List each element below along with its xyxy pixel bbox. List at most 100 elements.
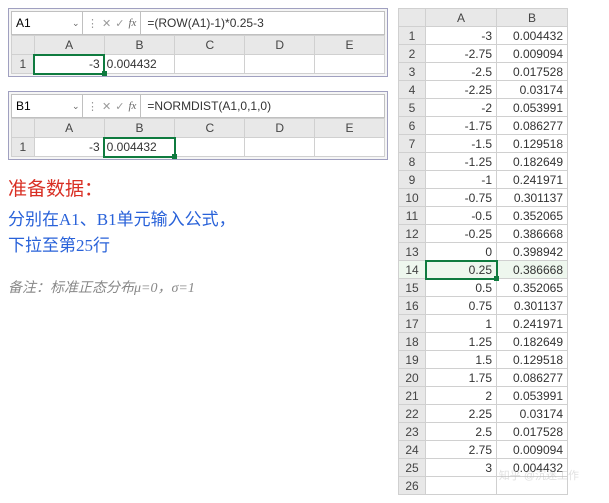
cell[interactable]: 3	[426, 459, 497, 477]
row-header[interactable]: 5	[399, 99, 426, 117]
cell[interactable]: 0.129518	[497, 135, 568, 153]
row-header[interactable]: 22	[399, 405, 426, 423]
cell[interactable]	[245, 138, 315, 157]
col-header-e[interactable]: E	[315, 119, 385, 138]
cell[interactable]: 0.009094	[497, 45, 568, 63]
row-header[interactable]: 1	[12, 138, 35, 157]
cell[interactable]: -2.75	[426, 45, 497, 63]
cell[interactable]: 0.352065	[497, 207, 568, 225]
name-box[interactable]: ⌄	[12, 12, 83, 34]
row-header[interactable]: 19	[399, 351, 426, 369]
table-row[interactable]: 3-2.50.017528	[399, 63, 568, 81]
cell[interactable]: -1.5	[426, 135, 497, 153]
cell[interactable]: 0.129518	[497, 351, 568, 369]
cell[interactable]: 0.03174	[497, 405, 568, 423]
chevron-down-icon[interactable]: ⌄	[68, 101, 84, 112]
cell-b1[interactable]: 0.004432	[104, 55, 175, 74]
row-header[interactable]: 9	[399, 171, 426, 189]
cell[interactable]: 0.004432	[497, 27, 568, 45]
cell[interactable]: -3	[426, 27, 497, 45]
cell[interactable]	[315, 138, 385, 157]
cell[interactable]: -2.25	[426, 81, 497, 99]
cell[interactable]	[175, 138, 245, 157]
cell[interactable]: -1.75	[426, 117, 497, 135]
cell[interactable]: -0.25	[426, 225, 497, 243]
cell[interactable]: 0.301137	[497, 189, 568, 207]
row-header[interactable]: 12	[399, 225, 426, 243]
table-row[interactable]: 6-1.750.086277	[399, 117, 568, 135]
row-header[interactable]: 13	[399, 243, 426, 261]
row-header[interactable]: 23	[399, 423, 426, 441]
name-box-input[interactable]	[12, 16, 68, 30]
cell[interactable]: 0.086277	[497, 369, 568, 387]
cell[interactable]: 0.182649	[497, 333, 568, 351]
table-row[interactable]: 1-30.004432	[399, 27, 568, 45]
table-row[interactable]: 8-1.250.182649	[399, 153, 568, 171]
row-header[interactable]: 26	[399, 477, 426, 495]
mini-grid-a1[interactable]: A B C D E 1 -3 0.004432	[11, 35, 385, 74]
table-row[interactable]: 222.250.03174	[399, 405, 568, 423]
cell[interactable]: 0.352065	[497, 279, 568, 297]
cell-b1[interactable]: 0.004432	[104, 138, 175, 157]
row-header[interactable]: 7	[399, 135, 426, 153]
cell[interactable]: 0	[426, 243, 497, 261]
row-header[interactable]: 1	[12, 55, 35, 74]
cell[interactable]: 2.25	[426, 405, 497, 423]
cell[interactable]: 2.75	[426, 441, 497, 459]
row-header[interactable]: 6	[399, 117, 426, 135]
col-header-c[interactable]: C	[175, 119, 245, 138]
table-row[interactable]: 2-2.750.009094	[399, 45, 568, 63]
cell[interactable]	[315, 55, 385, 74]
cell[interactable]	[175, 55, 245, 74]
cell[interactable]: 0.75	[426, 297, 497, 315]
cell[interactable]	[426, 477, 497, 495]
row-header[interactable]: 4	[399, 81, 426, 99]
cell[interactable]: -2.5	[426, 63, 497, 81]
cell[interactable]: 0.03174	[497, 81, 568, 99]
cell[interactable]: 0.301137	[497, 297, 568, 315]
row-header[interactable]: 1	[399, 27, 426, 45]
row-header[interactable]: 15	[399, 279, 426, 297]
confirm-icon[interactable]: ✓	[115, 17, 124, 30]
row-header[interactable]: 2	[399, 45, 426, 63]
table-row[interactable]: 232.50.017528	[399, 423, 568, 441]
col-header-d[interactable]: D	[245, 119, 315, 138]
cell[interactable]: -0.5	[426, 207, 497, 225]
select-all-corner[interactable]	[12, 36, 35, 55]
cell[interactable]: -1.25	[426, 153, 497, 171]
cancel-icon[interactable]: ✕	[102, 17, 111, 30]
cell[interactable]: 0.017528	[497, 63, 568, 81]
table-row[interactable]: 242.750.009094	[399, 441, 568, 459]
table-row[interactable]: 7-1.50.129518	[399, 135, 568, 153]
name-box-input[interactable]	[12, 99, 68, 113]
cell[interactable]: -0.75	[426, 189, 497, 207]
col-header-b[interactable]: B	[104, 36, 175, 55]
table-row[interactable]: 160.750.301137	[399, 297, 568, 315]
table-row[interactable]: 10-0.750.301137	[399, 189, 568, 207]
cell[interactable]: 0.053991	[497, 387, 568, 405]
select-all-corner[interactable]	[12, 119, 35, 138]
table-row[interactable]: 1710.241971	[399, 315, 568, 333]
table-row[interactable]: 11-0.50.352065	[399, 207, 568, 225]
col-header-b[interactable]: B	[104, 119, 175, 138]
row-header[interactable]: 14	[399, 261, 426, 279]
mini-grid-b1[interactable]: A B C D E 1 -3 0.004432	[11, 118, 385, 157]
cell[interactable]: 1	[426, 315, 497, 333]
formula-input[interactable]: =(ROW(A1)-1)*0.25-3	[141, 16, 384, 30]
cell[interactable]: -2	[426, 99, 497, 117]
col-header-a[interactable]: A	[34, 119, 104, 138]
table-row[interactable]: 5-20.053991	[399, 99, 568, 117]
confirm-icon[interactable]: ✓	[115, 100, 124, 113]
fx-icon[interactable]: fx	[128, 100, 136, 112]
cancel-icon[interactable]: ✕	[102, 100, 111, 113]
table-row[interactable]: 9-10.241971	[399, 171, 568, 189]
table-row[interactable]: 140.250.386668	[399, 261, 568, 279]
col-header-a[interactable]: A	[426, 9, 497, 27]
table-row[interactable]: 191.50.129518	[399, 351, 568, 369]
cell[interactable]: 0.009094	[497, 441, 568, 459]
table-row[interactable]: 201.750.086277	[399, 369, 568, 387]
row-header[interactable]: 16	[399, 297, 426, 315]
select-all-corner[interactable]	[399, 9, 426, 27]
table-row[interactable]: 150.50.352065	[399, 279, 568, 297]
col-header-d[interactable]: D	[245, 36, 315, 55]
